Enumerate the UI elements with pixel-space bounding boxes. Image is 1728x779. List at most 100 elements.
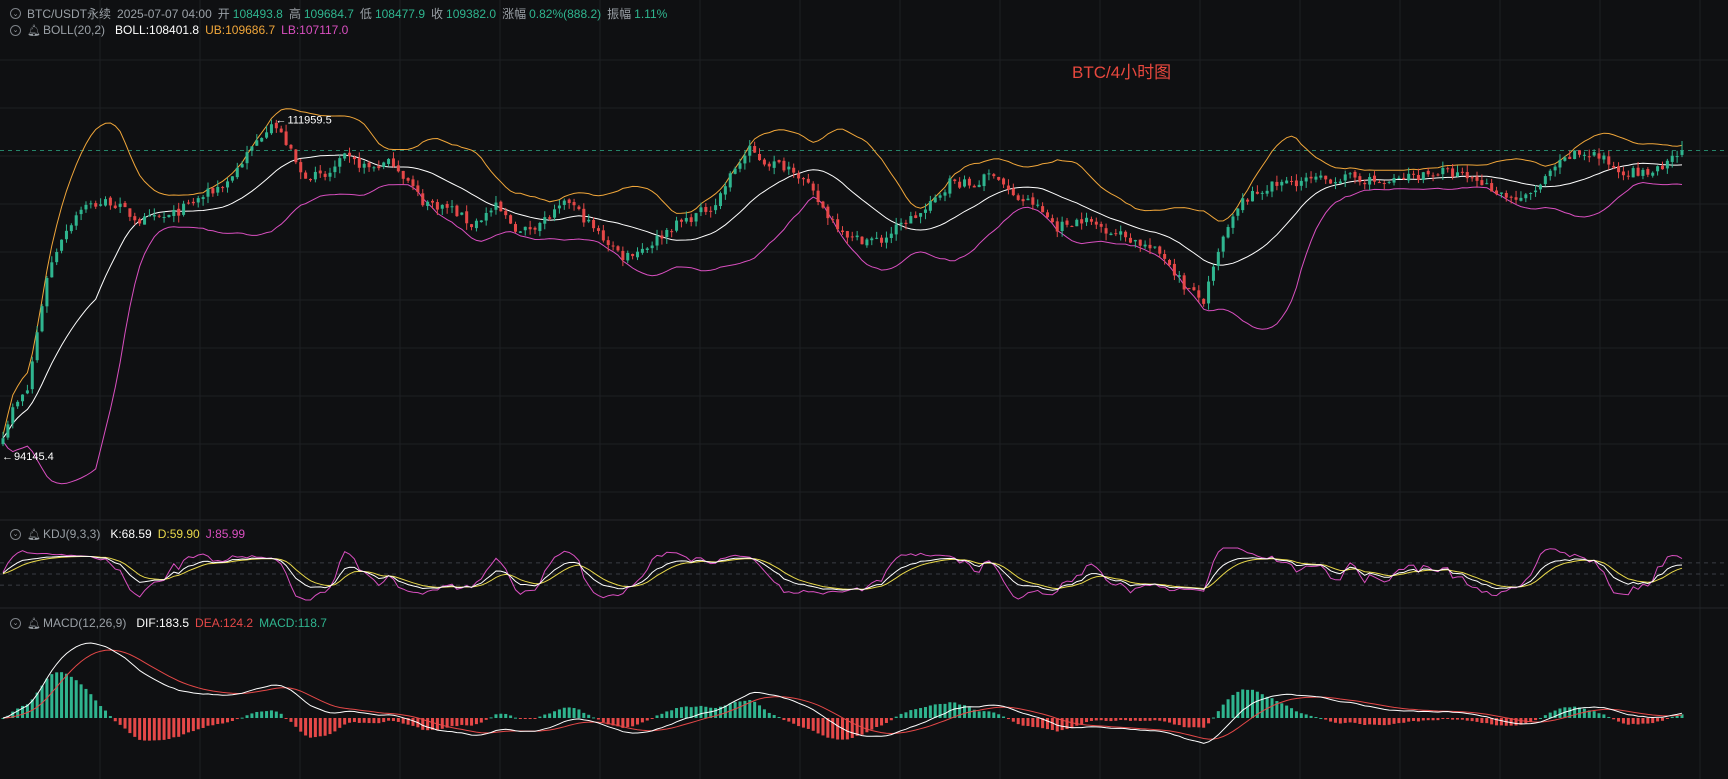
candle-body (596, 228, 600, 231)
candle-body (1299, 180, 1303, 186)
candle-body (1133, 239, 1137, 242)
macd-bar (1460, 718, 1464, 720)
macd-bar (352, 718, 356, 723)
macd-bar (138, 718, 142, 740)
candle-body (108, 197, 112, 206)
collapse-toggle-icon[interactable]: ⌄ (10, 617, 21, 629)
macd-indicator-label[interactable]: MACD(12,26,9) (43, 616, 126, 630)
collapse-toggle-icon[interactable]: ⌄ (10, 528, 21, 540)
macd-bar (1592, 711, 1596, 718)
macd-bar (992, 712, 996, 718)
candle-body (660, 235, 664, 239)
bell-icon[interactable]: 🔔︎ (27, 528, 41, 541)
candle-body (1465, 171, 1469, 179)
macd-bar (387, 718, 391, 721)
macd-bar (99, 706, 103, 718)
candle-body (1294, 180, 1298, 187)
macd-bar (69, 676, 73, 718)
candle-body (157, 215, 161, 217)
candle-body (1392, 177, 1396, 183)
candle-body (621, 250, 625, 261)
candle-body (494, 202, 498, 210)
collapse-toggle-icon[interactable]: ⌄ (10, 24, 21, 36)
macd-bar (494, 714, 498, 718)
candle-body (1529, 193, 1533, 195)
macd-bar (1602, 714, 1606, 718)
kdj-header: ⌄ 🔔︎ KDJ(9,3,3) K:68.59 D:59.90 J:85.99 (10, 527, 245, 541)
bell-icon[interactable]: 🔔︎ (27, 617, 41, 630)
macd-bar (216, 718, 220, 725)
candle-body (909, 216, 913, 224)
macd-bar (1656, 718, 1660, 722)
candle-body (235, 167, 239, 178)
macd-bar (1353, 718, 1357, 723)
chart-stage[interactable]: 111959.5 ← 94145.4 ← ⌄ BTC/USDT永续 2025-0… (0, 0, 1728, 779)
macd-bar (108, 716, 112, 718)
bell-icon[interactable]: 🔔︎ (27, 24, 41, 37)
chart-canvas[interactable]: 111959.5 ← 94145.4 ← (0, 0, 1728, 779)
macd-bar (265, 711, 269, 718)
candle-body (362, 163, 366, 168)
macd-bar (235, 718, 239, 720)
macd-bar (450, 718, 454, 727)
candle-body (308, 178, 313, 181)
macd-bar (582, 712, 586, 718)
candle-body (1353, 171, 1357, 178)
macd-bar (660, 713, 664, 718)
change-label: 涨幅 (502, 7, 527, 21)
candle-body (1475, 176, 1479, 181)
symbol-label[interactable]: BTC/USDT永续 (27, 5, 111, 22)
candle-body (128, 208, 132, 217)
macd-bar (977, 711, 981, 718)
candle-body (782, 160, 786, 171)
candle-body (1680, 150, 1684, 155)
candle-body (1089, 219, 1093, 222)
collapse-toggle-icon[interactable]: ⌄ (10, 8, 21, 19)
candle-body (1573, 150, 1577, 160)
macd-bar (269, 710, 273, 718)
candle-body (1041, 206, 1045, 213)
macd-bar (553, 711, 557, 718)
macd-bar (1534, 718, 1538, 721)
candle-body (64, 230, 68, 240)
candle-body (1416, 174, 1420, 180)
macd-bar (1319, 717, 1323, 719)
candle-body (1187, 288, 1191, 290)
macd-bar (1094, 718, 1098, 721)
candle-body (1168, 260, 1172, 266)
macd-bar (1646, 718, 1650, 724)
candle-body (806, 178, 810, 183)
macd-bar (1617, 718, 1621, 722)
macd-bar (1675, 715, 1679, 718)
candle-body (821, 201, 825, 208)
candle-body (489, 210, 493, 213)
macd-bar (1168, 718, 1172, 723)
candle-body (289, 144, 293, 149)
macd-bar (1358, 718, 1362, 724)
candle-body (138, 219, 142, 224)
macd-bar (626, 718, 630, 728)
macd-bar (1538, 717, 1542, 719)
candle-body (875, 237, 879, 239)
macd-bar (1197, 718, 1201, 728)
candle-body (84, 204, 88, 210)
candle-body (679, 219, 683, 222)
candle-body (865, 239, 869, 246)
kdj-indicator-label[interactable]: KDJ(9,3,3) (43, 527, 100, 541)
candle-body (367, 162, 371, 168)
boll-indicator-label[interactable]: BOLL(20,2) (43, 23, 105, 37)
macd-bar (831, 718, 835, 739)
candle-body (1324, 175, 1328, 180)
candle-body (1641, 169, 1645, 176)
macd-bar (50, 674, 54, 718)
candle-body (260, 137, 264, 142)
candle-body (123, 202, 127, 208)
candle-body (216, 186, 220, 193)
macd-bar (143, 718, 147, 741)
candle-body (801, 178, 805, 180)
candle-body (728, 173, 732, 188)
candle-body (226, 181, 230, 188)
candle-body (1055, 221, 1059, 232)
open-value: 108493.8 (232, 6, 283, 21)
candle-body (1070, 226, 1074, 228)
